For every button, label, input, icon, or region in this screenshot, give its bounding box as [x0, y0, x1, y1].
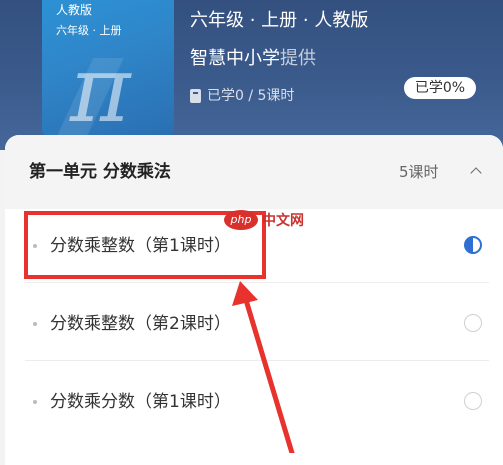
watermark-text: 中文网	[262, 213, 304, 229]
watermark-logo: php	[224, 210, 258, 230]
site-watermark: php 中文网	[224, 210, 304, 230]
